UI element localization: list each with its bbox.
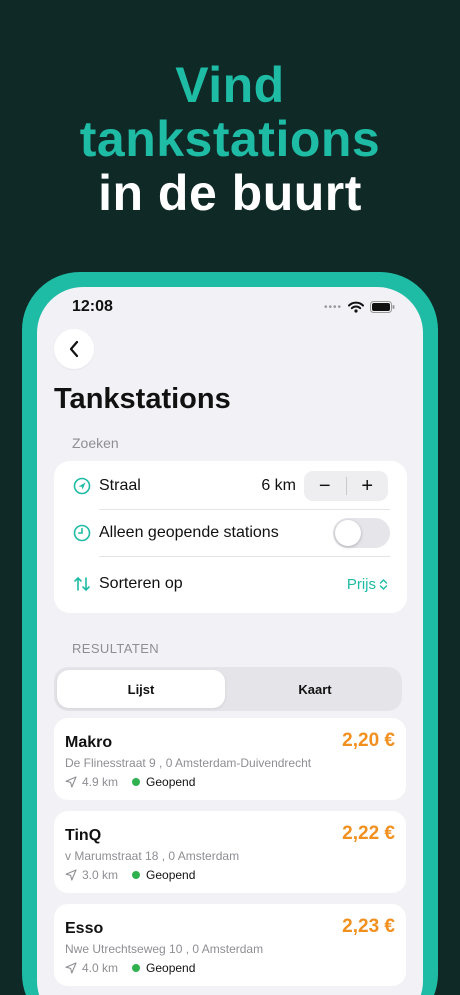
station-price: 2,20 € (342, 730, 395, 751)
station-name: TinQ (65, 827, 102, 844)
location-arrow-icon (65, 776, 77, 788)
station-address: De Flinesstraat 9 , 0 Amsterdam-Duivendr… (65, 756, 312, 770)
hero-line-3: in de buurt (98, 165, 362, 221)
station-card[interactable]: Makro 2,20 € De Flinesstraat 9 , 0 Amste… (54, 718, 406, 800)
station-price: 2,22 € (342, 823, 395, 844)
search-filter-card: Straal 6 km − + Alleen geopende stations (54, 461, 407, 613)
station-distance: 4.0 km (82, 961, 119, 975)
station-meta: 3.0 km Geopend (65, 868, 195, 882)
status-bar: 12:08 •••• (37, 297, 423, 319)
chevron-left-icon (69, 340, 79, 358)
tab-map[interactable]: Kaart (231, 670, 399, 708)
status-time: 12:08 (72, 298, 113, 315)
decrease-radius-button[interactable]: − (304, 471, 346, 501)
sort-arrows-icon (74, 577, 90, 591)
sort-value: Prijs (346, 575, 376, 593)
results-section-label: RESULTATEN (72, 641, 160, 656)
sort-label: Sorteren op (99, 575, 183, 592)
back-button[interactable] (54, 329, 94, 369)
chevron-up-down-icon (379, 578, 388, 590)
hero-headline: Vind tankstations in de buurt (0, 58, 460, 220)
tab-list[interactable]: Lijst (57, 670, 225, 708)
phone-screen: 12:08 •••• Tankstations Zoeken Straal 6 … (37, 287, 423, 995)
clock-icon (73, 524, 91, 542)
open-only-toggle[interactable] (333, 518, 390, 548)
wifi-icon (348, 301, 364, 313)
station-name: Esso (65, 920, 104, 937)
station-status: Geopend (146, 775, 196, 789)
page-title: Tankstations (54, 383, 231, 415)
open-only-label: Alleen geopende stations (99, 524, 279, 541)
sort-row[interactable]: Sorteren op Prijs (54, 561, 407, 607)
station-meta: 4.9 km Geopend (65, 775, 195, 789)
open-status-dot (132, 964, 141, 972)
station-distance: 4.9 km (82, 775, 119, 789)
radius-stepper[interactable]: − + (304, 471, 388, 501)
station-price: 2,23 € (342, 916, 395, 937)
radius-value: 6 km (261, 477, 296, 494)
station-address: v Marumstraat 18 , 0 Amsterdam (65, 849, 240, 863)
station-distance: 3.0 km (82, 868, 119, 882)
toggle-knob (335, 520, 361, 546)
hero-line-2: tankstations (79, 111, 381, 167)
station-address: Nwe Utrechtseweg 10 , 0 Amsterdam (65, 942, 264, 956)
navigation-arrow-icon (73, 477, 91, 495)
station-status: Geopend (146, 961, 196, 975)
hero-line-1: Vind (175, 57, 285, 113)
open-status-dot (132, 871, 141, 879)
increase-radius-button[interactable]: + (346, 471, 388, 501)
more-dots-icon: •••• (323, 301, 342, 313)
station-card[interactable]: Esso 2,23 € Nwe Utrechtseweg 10 , 0 Amst… (54, 904, 406, 986)
view-segmented-control: Lijst Kaart (54, 667, 402, 711)
radius-row: Straal 6 km − + (54, 463, 407, 509)
open-only-row: Alleen geopende stations (54, 510, 407, 556)
station-status: Geopend (146, 868, 196, 882)
location-arrow-icon (65, 962, 77, 974)
location-arrow-icon (65, 869, 77, 881)
radius-label: Straal (99, 477, 141, 494)
station-card[interactable]: TinQ 2,22 € v Marumstraat 18 , 0 Amsterd… (54, 811, 406, 893)
search-section-label: Zoeken (72, 435, 119, 451)
sort-select[interactable]: Prijs (347, 576, 388, 593)
row-divider (99, 556, 390, 557)
battery-icon (370, 301, 395, 313)
open-status-dot (132, 778, 141, 786)
station-name: Makro (65, 734, 113, 751)
station-meta: 4.0 km Geopend (65, 961, 195, 975)
